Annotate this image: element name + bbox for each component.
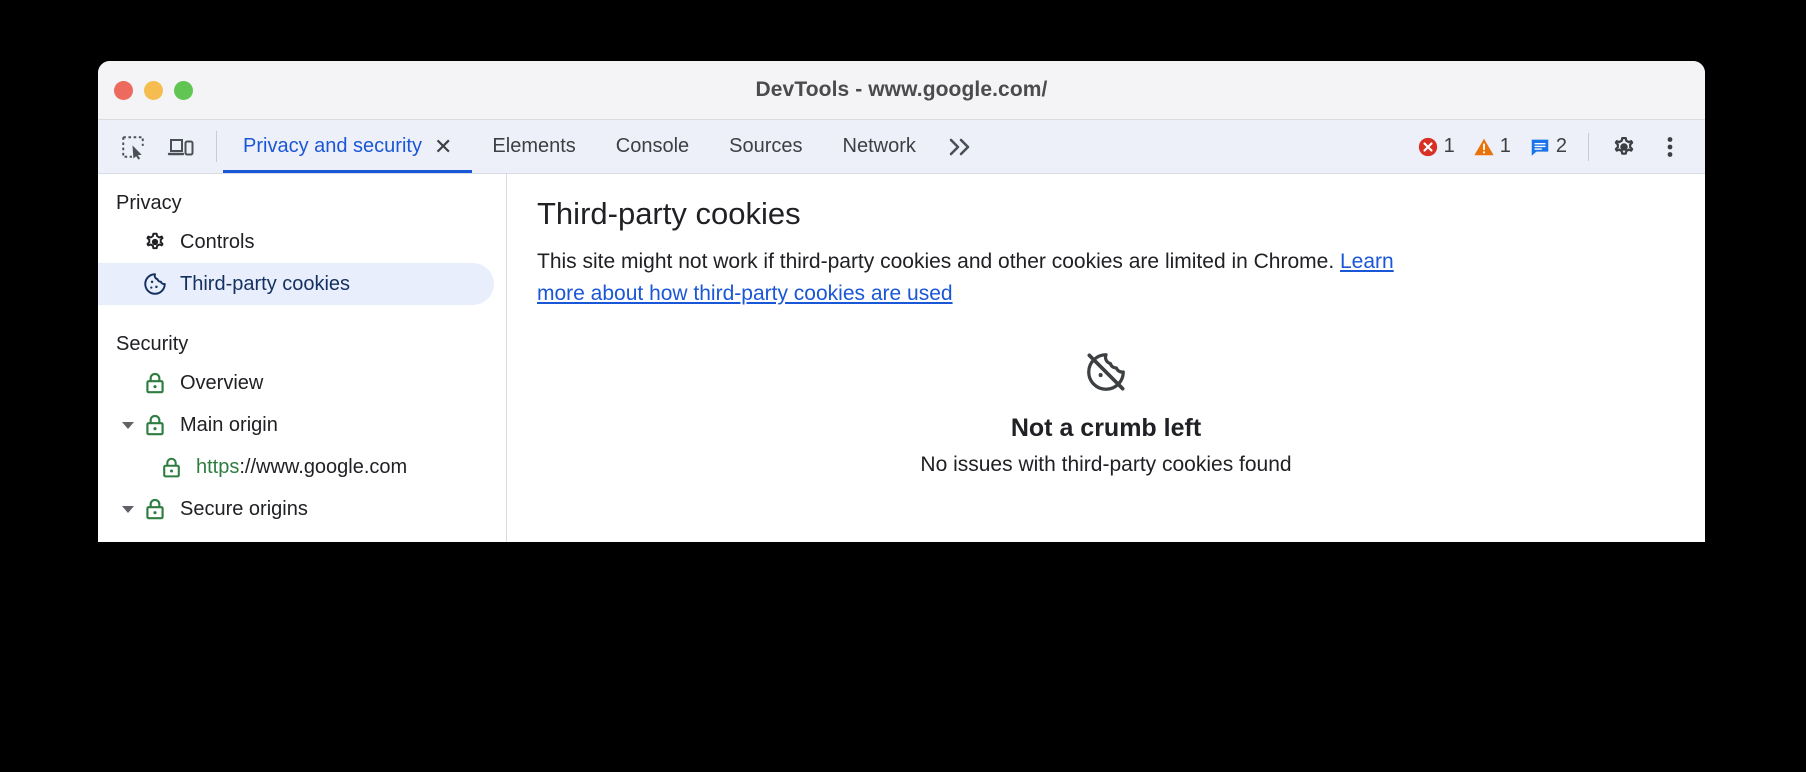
devtools-window: DevTools - www.google.com/ Privacy and s… (98, 61, 1705, 542)
page-description: This site might not work if third-party … (537, 246, 1437, 309)
tab-network[interactable]: Network (823, 120, 936, 173)
tab-list: Privacy and security ✕ Elements Console … (223, 120, 992, 173)
settings-button[interactable] (1603, 126, 1645, 168)
maximize-window-button[interactable] (174, 80, 193, 100)
sidebar-item-controls[interactable]: Controls (98, 221, 494, 263)
chevron-down-icon[interactable] (116, 503, 140, 515)
tab-sources[interactable]: Sources (709, 120, 822, 173)
sidebar-item-label: Overview (180, 371, 264, 394)
chevron-down-icon[interactable] (116, 419, 140, 431)
minimize-window-button[interactable] (144, 80, 163, 100)
sidebar-item-overview[interactable]: Overview (98, 362, 494, 404)
close-icon[interactable]: ✕ (434, 135, 452, 158)
tab-privacy-and-security[interactable]: Privacy and security ✕ (223, 120, 472, 173)
error-count-label: 1 (1443, 135, 1455, 157)
toolbar-left-icons (98, 120, 210, 173)
sidebar-item-label: Third-party cookies (180, 272, 351, 295)
empty-state-title: Not a crumb left (1010, 414, 1202, 442)
screen: DevTools - www.google.com/ Privacy and s… (0, 0, 1806, 772)
sidebar-item-label: Controls (180, 230, 255, 253)
sidebar-item-origin-url[interactable]: https://www.google.com (98, 446, 494, 488)
lock-icon (140, 496, 170, 522)
empty-state-subtitle: No issues with third-party cookies found (920, 453, 1292, 476)
cookie-icon (140, 271, 170, 297)
tab-console[interactable]: Console (596, 120, 709, 173)
device-toolbar-icon (167, 138, 194, 155)
tab-label: Privacy and security (243, 135, 422, 157)
sidebar-item-third-party-cookies[interactable]: Third-party cookies (98, 263, 494, 305)
sidebar-section-security: Security (116, 333, 189, 355)
gear-icon (1614, 136, 1634, 155)
cookie-off-icon (1083, 349, 1129, 400)
tab-label: Sources (729, 135, 803, 157)
close-window-button[interactable] (114, 80, 133, 100)
window-titlebar: DevTools - www.google.com/ (98, 61, 1705, 120)
window-title: DevTools - www.google.com/ (755, 78, 1048, 101)
warning-count-label: 1 (1499, 135, 1511, 157)
warning-icon (1474, 138, 1494, 155)
tab-label: Console (615, 135, 690, 157)
sidebar-item-main-origin[interactable]: Main origin (98, 404, 494, 446)
lock-icon (140, 412, 170, 438)
more-vertical-icon (1667, 136, 1673, 157)
message-count[interactable]: 2 (1522, 135, 1574, 158)
error-icon (1418, 137, 1437, 156)
traffic-light-controls (114, 61, 193, 119)
more-options-button[interactable] (1649, 126, 1691, 168)
toolbar-divider (216, 131, 217, 162)
cursor-arrow-icon (132, 144, 142, 160)
page-title: Third-party cookies (537, 196, 801, 231)
url-scheme: https (196, 455, 240, 478)
error-count[interactable]: 1 (1410, 135, 1462, 158)
message-icon (1531, 139, 1549, 156)
origin-url: https://www.google.com (196, 456, 407, 479)
status-divider (1588, 132, 1589, 161)
sidebar-item-label: Main origin (180, 413, 278, 436)
warning-count[interactable]: 1 (1466, 135, 1518, 158)
tab-elements[interactable]: Elements (472, 120, 595, 173)
message-count-label: 2 (1555, 135, 1567, 157)
more-tabs-button[interactable] (936, 120, 992, 173)
empty-state: Not a crumb left No issues with third-pa… (507, 349, 1705, 477)
devtools-tabstrip: Privacy and security ✕ Elements Console … (98, 120, 1705, 174)
chevron-double-right-icon (949, 138, 970, 155)
status-indicators: 1 1 2 (1410, 120, 1705, 173)
privacy-security-sidebar: Privacy Controls Third-party cookies Sec… (98, 174, 507, 542)
url-rest: ://www.google.com (239, 455, 408, 478)
gear-icon (140, 229, 170, 255)
lock-icon (156, 455, 186, 480)
tab-label: Elements (492, 135, 576, 157)
tab-label: Network (842, 135, 916, 157)
device-toolbar-button[interactable] (160, 126, 202, 168)
inspect-element-button[interactable] (112, 126, 154, 168)
inspect-element-icon (122, 135, 144, 160)
sidebar-item-secure-origins[interactable]: Secure origins (98, 488, 494, 530)
main-content: Third-party cookies This site might not … (507, 174, 1705, 542)
panel-body: Privacy Controls Third-party cookies Sec… (98, 174, 1705, 542)
description-text: This site might not work if third-party … (537, 250, 1340, 273)
sidebar-item-label: Secure origins (180, 497, 308, 520)
sidebar-section-privacy: Privacy (116, 192, 182, 214)
lock-icon (140, 370, 170, 396)
